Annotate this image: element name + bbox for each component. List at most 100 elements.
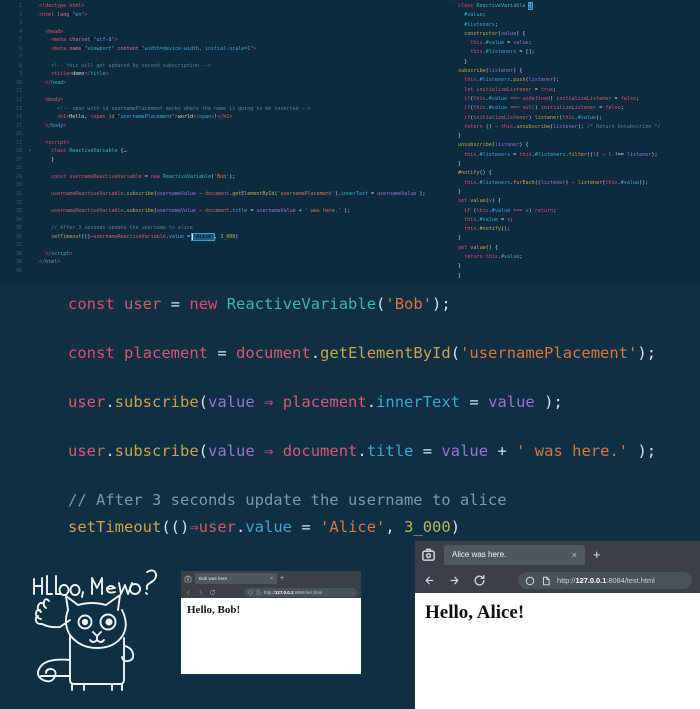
browser-logo-icon (184, 575, 192, 582)
browser-window-large[interactable]: Alice was here. × + http://127.0.0.1:808… (415, 541, 700, 709)
code-line: 29 const usernameReactiveVariable = new … (0, 173, 452, 182)
code-text: <meta name="viewport" content="width=dev… (51, 45, 257, 52)
code-line: 37 (0, 241, 452, 250)
code-line: this.#value = v; (464, 216, 514, 223)
code-line: this.#value = value; (470, 40, 532, 47)
nav-bar: http://127.0.0.1:8084/test.html (415, 568, 700, 593)
url-bar[interactable]: http://127.0.0.1:8084/test.html (244, 587, 357, 597)
code-line-collapsed: 18 ▾ class ReactiveVariable {… (0, 147, 452, 156)
code-line: 16 (0, 130, 452, 139)
new-tab-button[interactable]: + (593, 547, 601, 562)
editor-right-panel[interactable]: class ReactiveVariable { #value; #listen… (452, 2, 700, 283)
code-text: <!-- span with id usernamePlacement mark… (57, 105, 311, 112)
line-number: 9 (18, 71, 22, 78)
code-line: let initializeListener = true; (464, 86, 557, 93)
code-line: 15 </body> (0, 122, 452, 131)
reload-icon[interactable] (209, 589, 216, 596)
code-text: usernameReactiveVariable.subscribe(usern… (51, 208, 350, 215)
code-text: </body> (45, 122, 67, 129)
code-text: </head> (45, 79, 67, 86)
code-line: get value() { (458, 244, 498, 251)
editor-left-panel[interactable]: 1 <!doctype html> 2 <html lang="en"> 3 4… (0, 2, 452, 283)
editor-band: 1 <!doctype html> 2 <html lang="en"> 3 4… (0, 0, 700, 283)
code-line: } (458, 263, 462, 270)
close-icon[interactable]: × (270, 576, 273, 582)
code-line: 35 // After 3 seconds update the usernam… (0, 224, 452, 233)
line-number: 35 (15, 225, 22, 232)
hero-comment: // After 3 seconds update the username t… (68, 491, 507, 509)
back-arrow-icon[interactable] (423, 574, 436, 587)
shield-icon[interactable] (248, 589, 253, 595)
code-line: if(this.#value === null) initializeListe… (464, 105, 624, 112)
tab-bob[interactable]: Bob was here × (195, 573, 277, 584)
page-info-icon[interactable] (256, 589, 261, 595)
code-line: class ReactiveVariable { (458, 2, 533, 10)
code-text: <html lang="en"> (39, 11, 88, 18)
code-line: 3 (0, 19, 452, 28)
code-line: } (464, 58, 468, 65)
line-number: 31 (15, 191, 22, 198)
code-line: 8 <!-- this will get updated by second s… (0, 62, 452, 71)
code-line: } (458, 133, 462, 140)
hero-line-4: user.subscribe(value ⇒ document.title = … (68, 442, 657, 460)
line-number: 29 (15, 173, 22, 180)
code-line: } (458, 188, 462, 195)
code-line: if(this.#value === undefined) initialize… (464, 95, 640, 102)
line-number: 3 (18, 20, 22, 27)
line-number: 37 (15, 242, 22, 249)
reload-icon[interactable] (473, 574, 486, 587)
code-line: 13 <!-- span with id usernamePlacement m… (0, 105, 452, 114)
forward-arrow-icon[interactable] (197, 589, 204, 596)
browser-window-small[interactable]: Bob was here × + http://127.0.0.1:8084/t… (181, 571, 361, 674)
shield-icon[interactable] (525, 576, 535, 586)
hero-line-1: const user = new ReactiveVariable('Bob')… (68, 295, 451, 313)
code-text: <body> (45, 97, 64, 104)
page-info-icon[interactable] (541, 576, 551, 586)
line-number: 17 (15, 139, 22, 146)
line-number: 13 (15, 105, 22, 112)
line-number: 30 (15, 182, 22, 189)
code-line: this.#notify(); (464, 226, 511, 233)
back-arrow-icon[interactable] (185, 589, 192, 596)
code-line: 32 (0, 199, 452, 208)
tab-title: Bob was here (199, 576, 228, 581)
code-line: 2 <html lang="en"> (0, 11, 452, 20)
line-number: 40 (15, 267, 22, 274)
close-icon[interactable]: × (572, 550, 577, 560)
hero-line-2: const placement = document.getElementByI… (68, 344, 657, 362)
code-text: usernameReactiveVariable.subscribe(usern… (51, 191, 426, 198)
nav-bar: http://127.0.0.1:8084/test.html (181, 586, 361, 598)
new-tab-button[interactable]: + (280, 575, 284, 582)
selected-text[interactable]: 'Alice' (190, 232, 216, 241)
code-line: } (458, 235, 462, 242)
page-content: Hello, Bob! (181, 598, 361, 674)
code-text: class ReactiveVariable {… (51, 148, 127, 155)
tab-alice[interactable]: Alice was here. × (444, 544, 585, 565)
page-content: Hello, Alice! (415, 593, 700, 709)
line-number: 5 (18, 37, 22, 44)
code-line: set value(v) { (458, 198, 501, 205)
line-number: 36 (15, 233, 22, 240)
code-line: #value; (464, 12, 486, 19)
code-line: 34 (0, 216, 452, 225)
code-line: return this.#value; (464, 254, 523, 261)
code-line: 7 (0, 53, 452, 62)
line-number: 33 (15, 208, 22, 215)
line-number: 34 (15, 216, 22, 223)
code-line: 10 </head> (0, 79, 452, 88)
code-text: <title>demo</title> (51, 71, 109, 78)
code-line: 5 <meta charset="utf-8"> (0, 36, 452, 45)
code-line: #listeners; (464, 21, 498, 28)
code-line: return () ⇒ this.unsubscribe(listener); … (464, 123, 661, 130)
url-bar[interactable]: http://127.0.0.1:8084/test.html (518, 572, 692, 589)
code-line: constructor(value) { (464, 30, 526, 37)
code-text: const usernameReactiveVariable = new Rea… (51, 173, 236, 180)
forward-arrow-icon[interactable] (448, 574, 461, 587)
line-number: 27 (15, 156, 22, 163)
code-line: if (this.#value === v) return; (464, 207, 557, 214)
line-number: 38 (15, 250, 22, 257)
hero-line-3: user.subscribe(value ⇒ placement.innerTe… (68, 393, 563, 411)
code-line: 6 <meta name="viewport" content="width=d… (0, 45, 452, 54)
line-number: 4 (18, 28, 22, 35)
code-line: 40 (0, 267, 452, 276)
